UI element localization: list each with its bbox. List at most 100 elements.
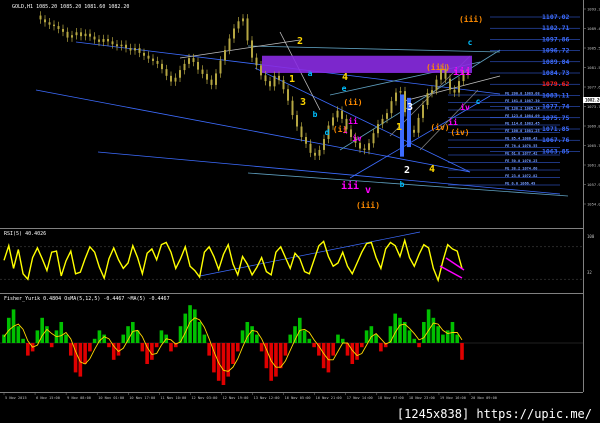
wave-label-6: c — [468, 38, 473, 47]
fisher-bar-86 — [412, 338, 417, 343]
fib-left-label-12: FE 0.0 1066.49 — [505, 182, 535, 186]
candle-body-68 — [341, 110, 343, 119]
fisher-bar-12 — [59, 322, 64, 343]
wave-label-3: 4 — [342, 72, 348, 83]
candle-body-43 — [228, 38, 231, 50]
fib-left-label-11: FE 23.6 1072.82 — [505, 174, 537, 178]
wave-label-21: 3 — [407, 102, 413, 113]
time-tick-label-4: 10 Nov 17:00 — [129, 396, 155, 400]
fisher-bar-4 — [21, 338, 25, 343]
wave-label-19: 1 — [396, 122, 402, 133]
rsi-axis-label-0: 100 — [587, 234, 595, 239]
candle-body-36 — [197, 61, 199, 70]
candle-body-42 — [224, 50, 226, 61]
fib-right-label-2: 1097.86 — [542, 35, 569, 43]
fib-right-label-3: 1096.72 — [542, 47, 569, 55]
fisher-bar-14 — [68, 343, 73, 356]
candle-body-17 — [111, 41, 114, 45]
candle-body-46 — [242, 18, 244, 22]
fisher-bar-63 — [302, 330, 307, 343]
price-tick-label-2: 1085.55 — [587, 46, 600, 51]
candle-body-59 — [300, 126, 303, 138]
candle-body-67 — [336, 110, 339, 118]
fisher-bar-0 — [2, 334, 6, 343]
fisher-bar-59 — [283, 343, 288, 356]
wave-label-4: a — [308, 69, 313, 78]
candle-body-44 — [233, 28, 235, 39]
candle-body-81 — [399, 91, 402, 93]
price-tick-label-3: 1081.50 — [587, 65, 600, 70]
fisher-bar-89 — [426, 309, 431, 343]
fisher-pane — [0, 305, 583, 385]
fisher-bar-79 — [379, 343, 383, 352]
wave-label-28: c — [476, 97, 481, 106]
candle-body-41 — [219, 60, 222, 74]
price-axis-ticks: 1093.35 1089.45 1085.55 1081.50 1077.60 1073.… — [583, 7, 600, 207]
fib-left-label-10: FE 38.2 1074.60 — [505, 167, 537, 171]
wave-label-11: iv — [352, 133, 362, 143]
fisher-bar-5 — [26, 343, 30, 356]
fisher-bar-87 — [417, 343, 421, 348]
candle-body-47 — [246, 18, 249, 41]
fib-left-label-6: FE 85.4 1080.43 — [505, 137, 537, 141]
candle-body-89 — [435, 79, 438, 91]
fib-right-label-8: 1077.74 — [542, 103, 569, 111]
candle-body-55 — [282, 80, 285, 90]
wave-label-7: d — [325, 128, 330, 137]
candle-body-32 — [179, 70, 181, 78]
fisher-bar-88 — [422, 322, 426, 343]
candle-body-35 — [192, 58, 195, 62]
wave-label-12: iii — [341, 180, 359, 192]
candle-body-93 — [453, 89, 456, 93]
fib-right-label-4: 1089.84 — [542, 58, 569, 66]
rsi-trendline — [199, 231, 421, 277]
candle-body-52 — [269, 81, 271, 87]
wave-label-26: ii — [448, 117, 458, 127]
wave-label-1: 1 — [289, 74, 295, 85]
fisher-bar-78 — [374, 334, 378, 343]
fisher-bar-73 — [350, 343, 355, 364]
wave-label-16: (iii) — [426, 62, 450, 72]
time-tick-label-9: 16 Nov 05:00 — [285, 396, 311, 400]
fisher-bar-96 — [460, 343, 464, 360]
candle-body-56 — [287, 89, 289, 101]
fisher-bar-21 — [102, 334, 106, 343]
candle-body-8 — [71, 35, 73, 38]
price-tick-label-9: 1057.95 — [587, 182, 600, 187]
fisher-bar-18 — [88, 343, 92, 352]
candle-body-79 — [390, 101, 393, 114]
fib-left-label-2: FE 138.2 1085.14 — [505, 107, 540, 111]
wave-label-22: 4 — [429, 164, 435, 175]
wave-label-13: v — [365, 185, 371, 196]
fisher-bar-22 — [107, 343, 111, 348]
current-price-tag: 1082.20 — [583, 97, 600, 103]
candle-body-87 — [426, 93, 429, 105]
candle-body-12 — [89, 33, 91, 37]
candle-body-1 — [39, 15, 42, 20]
time-tick-label-8: 13 Nov 12:00 — [254, 396, 280, 400]
candle-body-29 — [165, 69, 168, 76]
candle-body-73 — [363, 148, 366, 150]
candle-body-53 — [273, 75, 276, 87]
fisher-bar-35 — [169, 343, 173, 352]
time-axis-ticks: 5 Nov 2015 6 Nov 15:00 9 Nov 08:00 10 Nov 0… — [3, 392, 497, 400]
fisher-bar-57 — [274, 343, 278, 377]
candle-body-34 — [188, 58, 190, 64]
fib-right-label-7: 1083.11 — [542, 91, 569, 99]
candle-body-63 — [318, 149, 321, 156]
fisher-bar-40 — [193, 309, 197, 343]
fib-left-label-3: FE 123.6 1084.09 — [505, 114, 540, 118]
fisher-bar-31 — [150, 343, 154, 360]
time-tick-label-6: 12 Nov 03:00 — [191, 396, 217, 400]
time-tick-label-1: 6 Nov 15:00 — [36, 396, 60, 400]
rsi-pane: 100 32 — [0, 231, 595, 283]
candle-body-75 — [372, 133, 375, 144]
fisher-bar-10 — [49, 343, 54, 348]
rsi-arrow-1 — [439, 265, 463, 279]
wave-label-18: (iii) — [356, 200, 380, 210]
candle-body-88 — [431, 90, 433, 94]
candle-body-20 — [125, 44, 127, 49]
fisher-bar-64 — [307, 338, 312, 343]
time-tick-label-12: 18 Nov 07:00 — [378, 396, 404, 400]
fib-left-label-4: FE 114.6 1083.45 — [505, 122, 540, 126]
